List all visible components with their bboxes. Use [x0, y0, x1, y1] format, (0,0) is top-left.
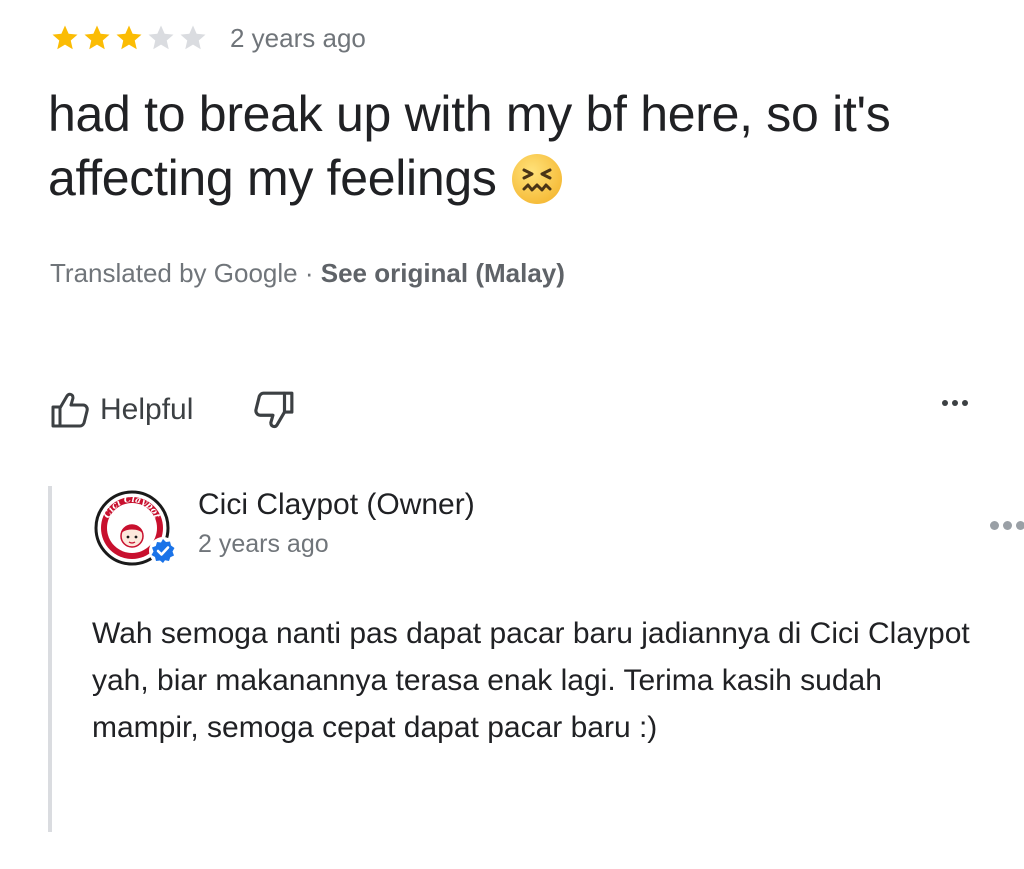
review-text: had to break up with my bf here, so it's… [48, 82, 988, 210]
verified-badge-icon [149, 537, 177, 565]
translation-prefix: Translated by Google · [50, 258, 321, 288]
response-more-options-button[interactable] [990, 521, 1024, 530]
star-empty-icon [148, 25, 174, 50]
review-date: 2 years ago [230, 22, 366, 53]
more-dot [990, 521, 999, 530]
owner-response-text: Wah semoga nanti pas dapat pacar baru ja… [92, 617, 970, 744]
thumbs-down-icon [254, 391, 294, 429]
translation-note: Translated by Google · See original (Mal… [50, 258, 565, 289]
more-dot [1003, 521, 1012, 530]
helpful-label: Helpful [100, 393, 194, 426]
more-dot [962, 400, 968, 406]
star-filled-icon [52, 25, 78, 50]
more-dot [1016, 521, 1024, 530]
review-rating-row: 2 years ago [50, 20, 366, 56]
more-dot [942, 400, 948, 406]
helpful-button[interactable]: Helpful [50, 390, 193, 430]
owner-name[interactable]: Cici Claypot (Owner) [198, 488, 475, 522]
not-helpful-button[interactable] [253, 389, 295, 431]
star-empty-icon [180, 25, 206, 50]
more-dot [952, 400, 958, 406]
see-original-link[interactable]: See original (Malay) [321, 258, 565, 288]
review-more-options-button[interactable] [942, 400, 968, 406]
thumbs-up-icon [51, 392, 89, 428]
review-body: had to break up with my bf here, so it's… [48, 86, 891, 206]
confounded-face-emoji-icon [511, 154, 562, 204]
owner-response: Cici Claypot Cici Claypot (Owner) 2 year… [48, 486, 1024, 832]
star-filled-icon [116, 25, 142, 50]
owner-response-date: 2 years ago [198, 530, 329, 558]
review-actions: Helpful [50, 386, 970, 434]
star-filled-icon [84, 25, 110, 50]
star-rating [50, 23, 208, 53]
